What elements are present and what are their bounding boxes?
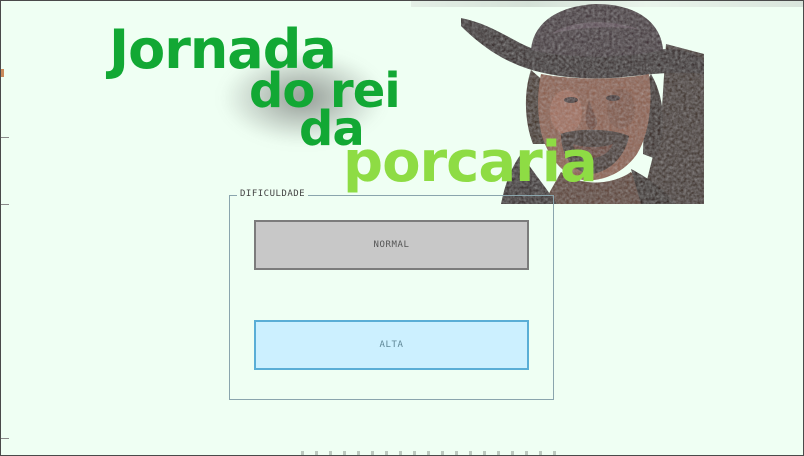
background-strip-bottom (301, 451, 561, 455)
background-line-left (1, 137, 9, 138)
background-line-left (1, 204, 9, 205)
alta-difficulty-label: ALTA (379, 340, 404, 350)
background-line-left (1, 438, 9, 439)
background-tick-left (1, 69, 4, 77)
game-window: Jornada do rei da porcaria DIFICULDADE N… (0, 0, 804, 456)
title-line-4: porcaria (343, 130, 598, 195)
alta-difficulty-button[interactable]: ALTA (254, 320, 529, 370)
normal-difficulty-label: NORMAL (373, 240, 410, 250)
difficulty-legend: DIFICULDADE (237, 188, 309, 200)
normal-difficulty-button[interactable]: NORMAL (254, 220, 529, 270)
